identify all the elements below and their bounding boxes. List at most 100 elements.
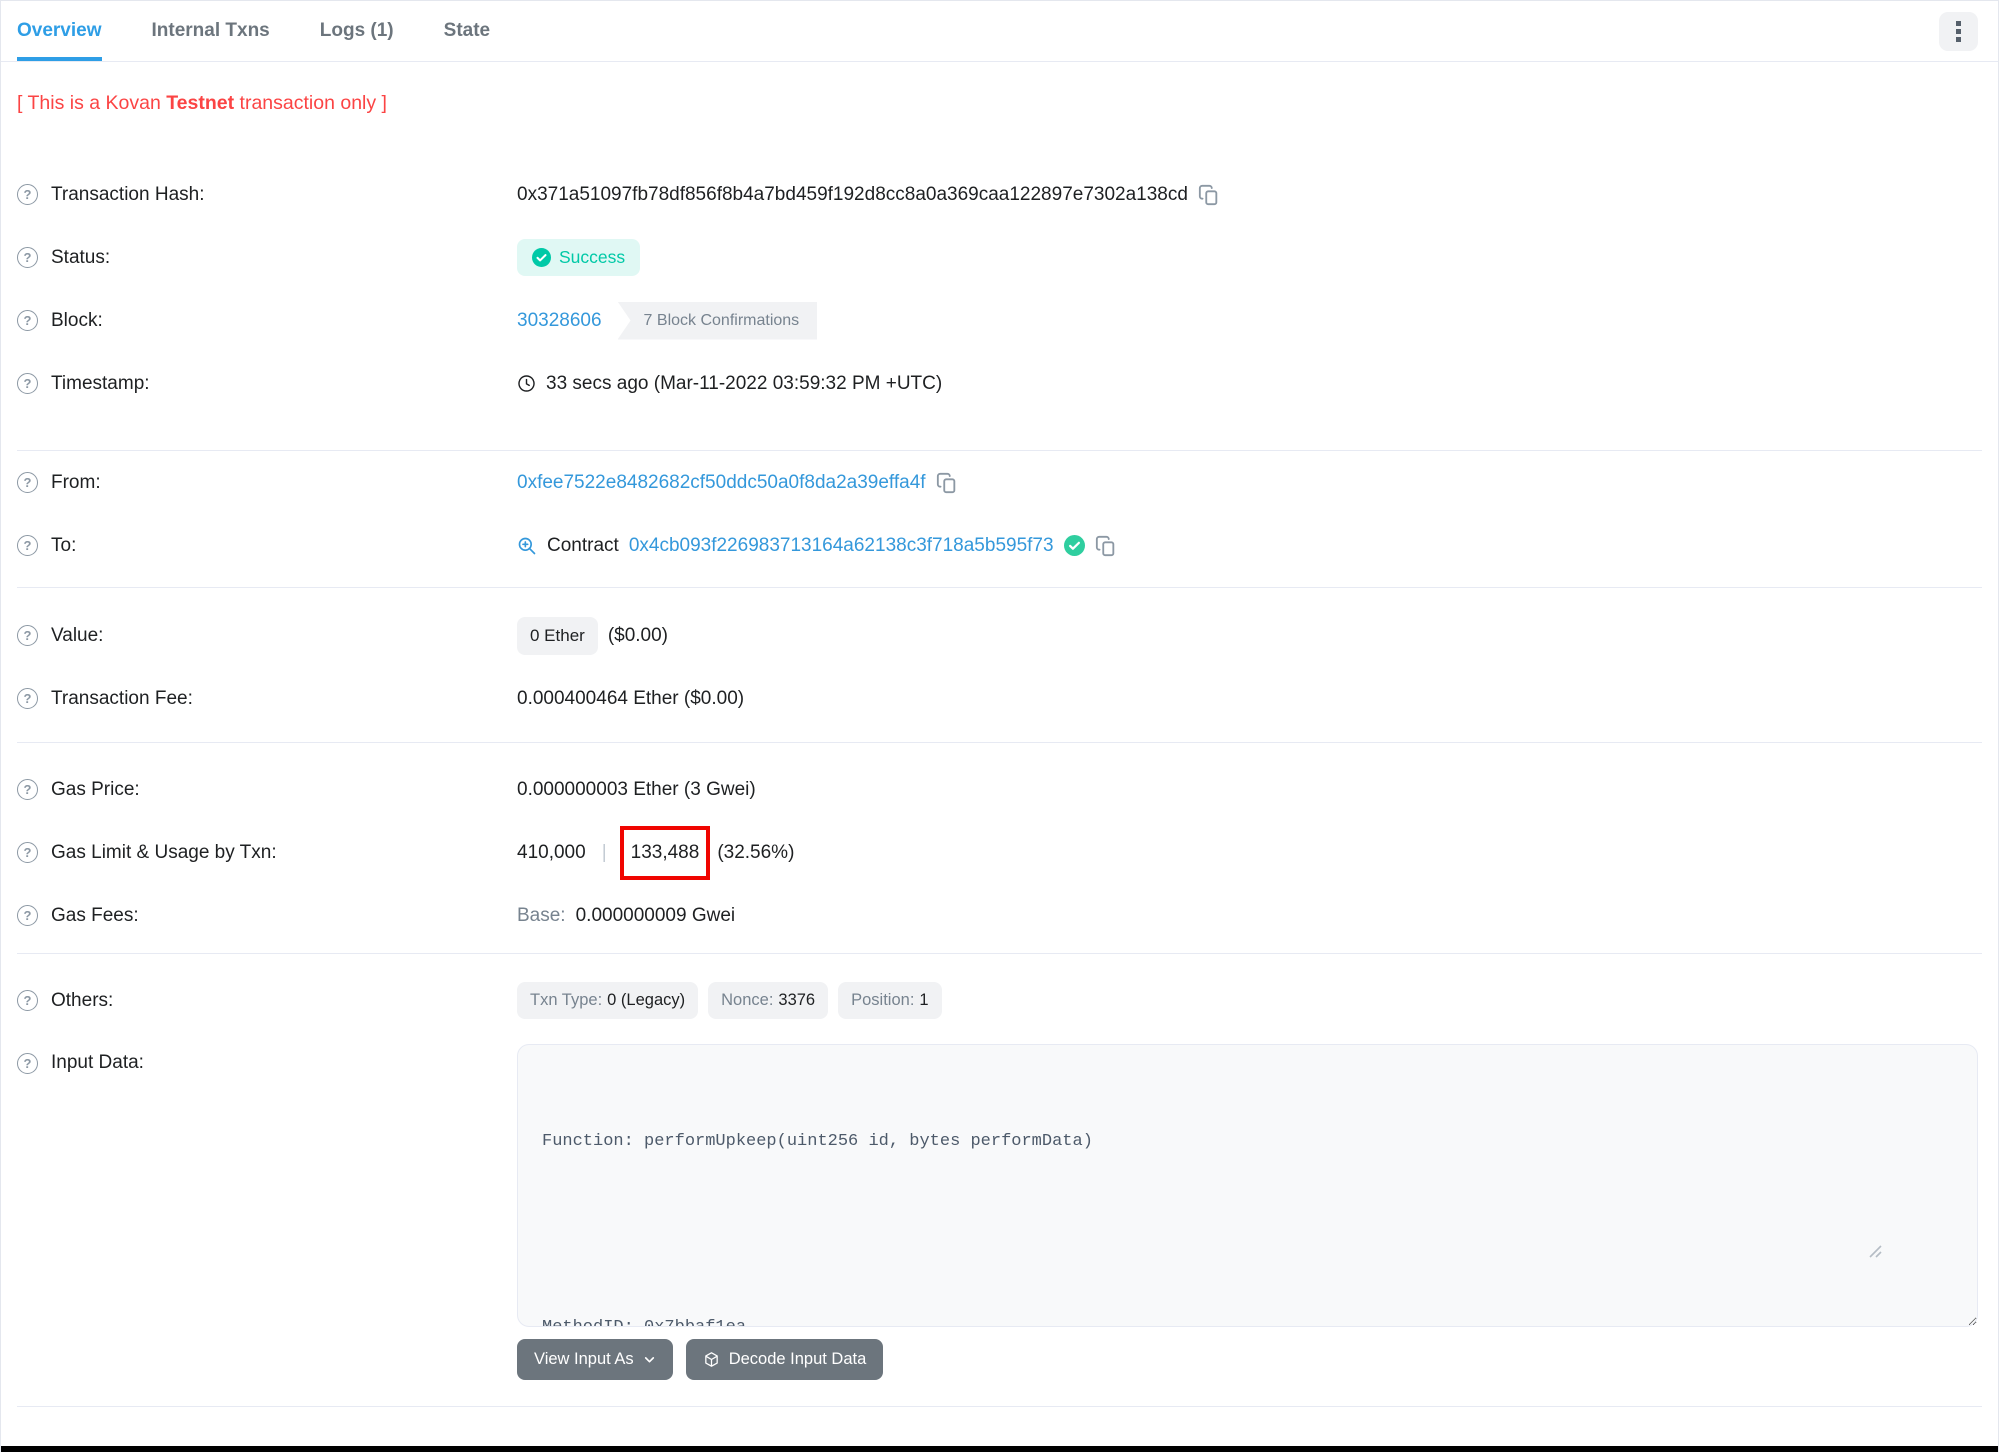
help-icon[interactable]: ? <box>17 779 38 800</box>
timestamp-label: Timestamp: <box>51 372 150 394</box>
transaction-hash-label: Transaction Hash: <box>51 183 205 205</box>
input-data-label: Input Data: <box>51 1052 144 1073</box>
row-others: ? Others: Txn Type: 0 (Legacy) Nonce: 33… <box>17 969 1982 1032</box>
row-status: ? Status: Success <box>17 226 1982 289</box>
row-gas-price: ? Gas Price: 0.000000003 Ether (3 Gwei) <box>17 758 1982 821</box>
base-fee-label: Base: <box>517 904 566 926</box>
usd-value: ($0.00) <box>607 624 669 646</box>
help-icon[interactable]: ? <box>17 373 38 394</box>
help-icon[interactable]: ? <box>17 247 38 268</box>
clock-icon <box>517 374 536 393</box>
row-block: ? Block: 30328606 7 Block Confirmations <box>17 289 1982 352</box>
row-transaction-fee: ? Transaction Fee: 0.000400464 Ether ($0… <box>17 667 1982 730</box>
gas-used-percent: (32.56%) <box>717 841 795 863</box>
tab-overview[interactable]: Overview <box>17 1 102 61</box>
gas-limit-value: 410,000 <box>517 841 586 863</box>
row-timestamp: ? Timestamp: 33 secs ago (Mar-11-2022 03… <box>17 352 1982 415</box>
decode-input-data-button[interactable]: Decode Input Data <box>685 1339 884 1380</box>
gas-fees-label: Gas Fees: <box>51 904 139 926</box>
block-number-link[interactable]: 30328606 <box>517 310 602 332</box>
ether-value-badge: 0 Ether <box>517 616 598 655</box>
row-input-data: ? Input Data: Function: performUpkeep(ui… <box>17 1044 1982 1327</box>
to-address-link[interactable]: 0x4cb093f226983713164a62138c3f718a5b595f… <box>629 535 1054 557</box>
gas-price-label: Gas Price: <box>51 778 140 800</box>
help-icon[interactable]: ? <box>17 1052 38 1074</box>
resize-handle-icon[interactable] <box>1869 1183 1971 1320</box>
row-gas-limit-usage: ? Gas Limit & Usage by Txn: 410,000 | 13… <box>17 821 1982 884</box>
row-gas-fees: ? Gas Fees: Base: 0.000000009 Gwei <box>17 884 1982 947</box>
gas-separator: | <box>601 841 607 863</box>
help-icon[interactable]: ? <box>17 625 38 646</box>
from-address-link[interactable]: 0xfee7522e8482682cf50ddc50a0f8da2a39effa… <box>517 472 926 494</box>
input-data-actions: View Input As Decode Input Data <box>517 1339 1982 1380</box>
status-badge: Success <box>517 239 641 276</box>
decode-input-data-label: Decode Input Data <box>728 1350 867 1368</box>
help-icon[interactable]: ? <box>17 905 38 926</box>
copy-icon[interactable] <box>936 472 958 494</box>
status-value: Success <box>559 247 626 267</box>
help-icon[interactable]: ? <box>17 535 38 556</box>
copy-icon[interactable] <box>1198 184 1220 206</box>
copy-icon[interactable] <box>1095 535 1117 557</box>
txn-type-name: Txn Type: <box>530 991 603 1009</box>
section-others-input: ? Others: Txn Type: 0 (Legacy) Nonce: 33… <box>17 954 1982 1407</box>
chevron-down-icon <box>643 1353 656 1366</box>
nonce-name: Nonce: <box>721 991 774 1009</box>
position-value: 1 <box>919 991 929 1009</box>
help-icon[interactable]: ? <box>17 310 38 331</box>
input-data-line <box>542 1219 1953 1250</box>
txn-type-value: 0 (Legacy) <box>607 991 686 1009</box>
help-icon[interactable]: ? <box>17 842 38 863</box>
timestamp-value: 33 secs ago (Mar-11-2022 03:59:32 PM +UT… <box>546 372 943 394</box>
check-circle-icon <box>532 248 551 267</box>
vertical-ellipsis-icon <box>1956 21 1961 42</box>
tab-internal-txns[interactable]: Internal Txns <box>152 1 270 61</box>
view-input-as-button[interactable]: View Input As <box>517 1339 673 1380</box>
transaction-fee-value: 0.000400464 Ether ($0.00) <box>517 687 745 709</box>
gas-used-highlight-box: 133,488 <box>619 825 711 880</box>
row-value: ? Value: 0 Ether ($0.00) <box>17 604 1982 667</box>
help-icon[interactable]: ? <box>17 688 38 709</box>
input-data-line: MethodID: 0x7bbaf1ea <box>542 1312 1953 1326</box>
section-addresses: ? From: 0xfee7522e8482682cf50ddc50a0f8da… <box>17 451 1982 588</box>
gas-limit-label: Gas Limit & Usage by Txn: <box>51 841 277 863</box>
tab-state[interactable]: State <box>444 1 490 61</box>
transaction-hash-value: 0x371a51097fb78df856f8b4a7bd459f192d8cc8… <box>517 183 1188 205</box>
help-icon[interactable]: ? <box>17 472 38 493</box>
section-value: ? Value: 0 Ether ($0.00) ? Transaction F… <box>17 588 1982 743</box>
position-badge: Position: 1 <box>838 982 942 1019</box>
tab-logs[interactable]: Logs (1) <box>320 1 394 61</box>
bottom-border <box>1 1446 1998 1452</box>
block-label: Block: <box>51 309 103 331</box>
to-contract-prefix: Contract <box>547 534 619 556</box>
warning-text-suffix: transaction only ] <box>234 92 387 114</box>
nonce-badge: Nonce: 3376 <box>708 982 829 1019</box>
others-label: Others: <box>51 989 114 1011</box>
help-icon[interactable]: ? <box>17 184 38 205</box>
more-options-button[interactable] <box>1939 12 1978 51</box>
input-data-line: Function: performUpkeep(uint256 id, byte… <box>542 1132 1093 1151</box>
row-to: ? To: Contract 0x4cb093f226983713164a621… <box>17 514 1982 577</box>
verified-check-icon <box>1063 535 1085 556</box>
transaction-fee-label: Transaction Fee: <box>51 687 193 709</box>
section-gas: ? Gas Price: 0.000000003 Ether (3 Gwei) … <box>17 743 1982 954</box>
nonce-value: 3376 <box>778 991 816 1009</box>
input-data-textarea[interactable]: Function: performUpkeep(uint256 id, byte… <box>517 1044 1978 1327</box>
row-from: ? From: 0xfee7522e8482682cf50ddc50a0f8da… <box>17 451 1982 514</box>
cube-icon <box>703 1351 720 1368</box>
help-icon[interactable]: ? <box>17 990 38 1011</box>
gas-price-value: 0.000000003 Ether (3 Gwei) <box>517 778 756 800</box>
zoom-in-icon[interactable] <box>517 536 537 556</box>
position-name: Position: <box>851 991 915 1009</box>
block-confirmations-badge: 7 Block Confirmations <box>617 301 818 340</box>
txn-type-badge: Txn Type: 0 (Legacy) <box>517 982 699 1019</box>
row-transaction-hash: ? Transaction Hash: 0x371a51097fb78df856… <box>17 163 1982 226</box>
from-label: From: <box>51 471 101 493</box>
status-label: Status: <box>51 246 111 268</box>
section-overview-top: ? Transaction Hash: 0x371a51097fb78df856… <box>17 163 1982 451</box>
warning-text-prefix: [ This is a Kovan <box>17 92 167 114</box>
view-input-as-label: View Input As <box>534 1350 634 1368</box>
transaction-detail-page: Overview Internal Txns Logs (1) State [ … <box>0 0 1999 1452</box>
to-label: To: <box>51 534 77 556</box>
tab-bar: Overview Internal Txns Logs (1) State <box>1 1 1998 62</box>
